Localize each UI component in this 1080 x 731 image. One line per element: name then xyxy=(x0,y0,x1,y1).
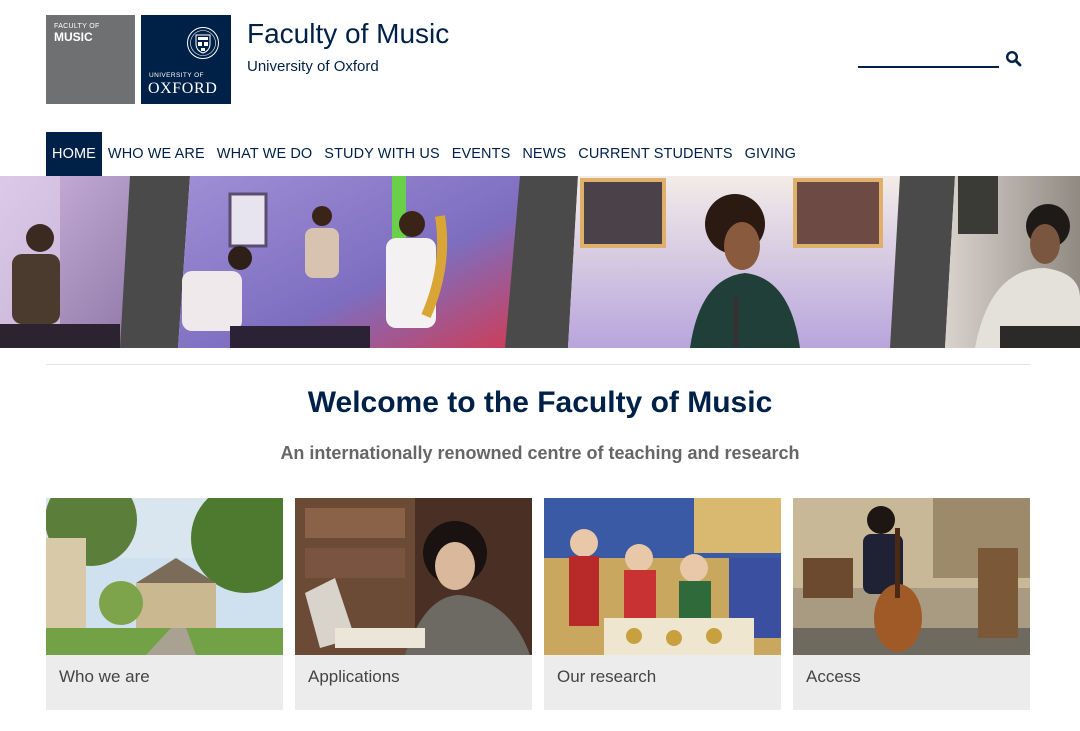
hero-banner xyxy=(0,176,1080,348)
card-image-campus-building xyxy=(46,498,283,655)
card-access[interactable]: Access xyxy=(793,498,1030,710)
oxford-logo-small-text: UNIVERSITY OF xyxy=(149,72,204,79)
card-caption-applications: Applications xyxy=(295,655,532,710)
nav-item-home[interactable]: HOME xyxy=(46,132,102,176)
oxford-logo-large-text: OXFORD xyxy=(148,80,218,97)
section-divider xyxy=(46,364,1030,365)
card-caption-our-research: Our research xyxy=(544,655,781,710)
card-who-we-are[interactable]: Who we are xyxy=(46,498,283,710)
nav-item-events[interactable]: EVENTS xyxy=(446,132,517,176)
page-heading: Welcome to the Faculty of Music xyxy=(307,386,773,419)
university-of-oxford-logo[interactable]: UNIVERSITY OF OXFORD xyxy=(141,15,231,104)
card-caption-access: Access xyxy=(793,655,1030,710)
card-caption-who-we-are: Who we are xyxy=(46,655,283,710)
card-applications[interactable]: Applications xyxy=(295,498,532,710)
site-subtitle: University of Oxford xyxy=(247,58,379,75)
nav-item-who-we-are[interactable]: WHO WE ARE xyxy=(102,132,211,176)
site-title[interactable]: Faculty of Music xyxy=(247,18,449,50)
oxford-crest-icon xyxy=(187,27,219,59)
search-input[interactable] xyxy=(858,46,999,66)
nav-item-what-we-do[interactable]: WHAT WE DO xyxy=(211,132,319,176)
search-underline xyxy=(858,66,999,68)
banner-photo-collage xyxy=(0,176,1080,348)
nav-item-giving[interactable]: GIVING xyxy=(739,132,802,176)
faculty-of-music-logo[interactable]: FACULTY OF MUSIC xyxy=(46,15,135,104)
nav-item-news[interactable]: NEWS xyxy=(516,132,572,176)
search-icon[interactable] xyxy=(1005,50,1023,68)
card-image-student-studying xyxy=(295,498,532,655)
page-tagline: An internationally renowned centre of te… xyxy=(280,443,800,463)
faculty-logo-large-text: MUSIC xyxy=(54,30,93,44)
card-our-research[interactable]: Our research xyxy=(544,498,781,710)
card-image-cello-player xyxy=(793,498,1030,655)
main-navigation: HOME WHO WE ARE WHAT WE DO STUDY WITH US… xyxy=(46,132,802,176)
card-image-medieval-manuscript xyxy=(544,498,781,655)
nav-item-study-with-us[interactable]: STUDY WITH US xyxy=(318,132,445,176)
nav-item-current-students[interactable]: CURRENT STUDENTS xyxy=(572,132,738,176)
